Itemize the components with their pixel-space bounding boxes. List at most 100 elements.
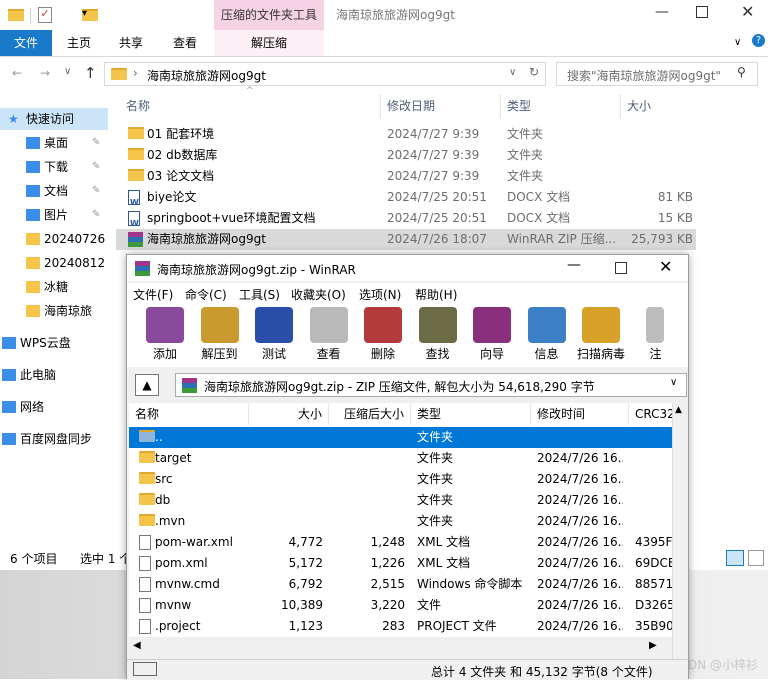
archive-row[interactable]: src 文件夹 2024/7/26 16... <box>129 469 672 490</box>
column-type[interactable]: 类型 <box>507 96 531 116</box>
column-header[interactable]: CRC32 <box>629 403 672 425</box>
menu-item[interactable]: 选项(N) <box>359 286 401 303</box>
toolbar-button[interactable]: 测试 <box>248 305 300 363</box>
search-icon[interactable]: ⚲ <box>737 65 746 79</box>
sidebar-item[interactable]: 此电脑 <box>0 364 108 386</box>
column-header[interactable]: 类型 <box>411 403 531 425</box>
sidebar-item[interactable]: 百度网盘同步 <box>0 428 108 450</box>
maximize-button[interactable] <box>696 6 708 18</box>
close-button[interactable]: ✕ <box>741 2 754 21</box>
sidebar-item[interactable]: 文档 ✎ <box>0 180 108 202</box>
details-view-icon[interactable] <box>726 550 744 566</box>
expand-ribbon-icon[interactable]: ∨ <box>734 37 741 48</box>
sidebar-item[interactable]: WPS云盘 <box>0 332 108 354</box>
file-row[interactable]: 03 论文文档 2024/7/27 9:39 文件夹 <box>116 166 696 187</box>
up-icon[interactable]: ↑ <box>84 64 97 82</box>
toolbar-button[interactable]: 查找 <box>412 305 464 363</box>
sidebar-item[interactable]: 冰糖 <box>0 276 108 298</box>
toolbar-button[interactable]: 信息 <box>521 305 573 363</box>
forward-icon[interactable]: → <box>40 66 50 80</box>
scroll-left-icon[interactable]: ◀ <box>133 640 141 651</box>
refresh-icon[interactable]: ↻ <box>529 65 539 79</box>
sidebar-item[interactable]: 网络 <box>0 396 108 418</box>
properties-icon[interactable]: ✓ <box>38 7 52 23</box>
tab-share[interactable]: 共享 <box>110 30 152 56</box>
file-row[interactable]: 02 db数据库 2024/7/27 9:39 文件夹 <box>116 145 696 166</box>
column-size[interactable]: 大小 <box>627 96 651 116</box>
menu-item[interactable]: 工具(S) <box>239 286 280 303</box>
pin-icon: ✎ <box>92 161 101 172</box>
drive-icon[interactable] <box>133 662 157 676</box>
sidebar-item[interactable]: 图片 ✎ <box>0 204 108 226</box>
archive-row[interactable]: pom.xml 5,172 1,226 XML 文档 2024/7/26 16... 69… <box>129 553 672 574</box>
sidebar-item[interactable]: 下载 ✎ <box>0 156 108 178</box>
toolbar-button[interactable]: 解压到 <box>194 305 246 363</box>
toolbar-button[interactable]: 向导 <box>466 305 518 363</box>
toolbar-button[interactable]: 删除 <box>357 305 409 363</box>
column-header[interactable]: 名称 <box>129 403 249 425</box>
file-row[interactable]: 01 配套环境 2024/7/27 9:39 文件夹 <box>116 124 696 145</box>
minimize-button[interactable]: — <box>655 4 669 20</box>
column-date[interactable]: 修改日期 <box>387 96 435 116</box>
menu-item[interactable]: 命令(C) <box>185 286 227 303</box>
recent-locations-icon[interactable]: ∨ <box>64 66 71 77</box>
sidebar-item-label: WPS云盘 <box>20 336 71 350</box>
archive-file-list: 名称 大小 压缩后大小 类型 修改时间 CRC32.. 文件夹 target 文件夹 2024/7… <box>129 403 672 637</box>
scroll-right-icon[interactable]: ▶ <box>649 640 657 651</box>
scroll-up-icon[interactable]: ▲ <box>675 405 682 415</box>
tab-file[interactable]: 文件 <box>0 30 52 56</box>
column-header[interactable]: 压缩后大小 <box>329 403 411 425</box>
address-bar[interactable]: › 海南琼旅旅游网og9gt ∨ ↻ <box>104 62 546 86</box>
toolbar-button[interactable]: 查看 <box>303 305 355 363</box>
horizontal-scrollbar[interactable]: ◀ ▶ <box>129 637 672 659</box>
sidebar-item[interactable]: ★ 快速访问 <box>0 108 108 130</box>
sidebar-item[interactable]: 20240726 <box>0 228 108 250</box>
vertical-scrollbar[interactable]: ▲ <box>672 403 687 659</box>
toolbar-button[interactable]: 注 <box>630 305 682 363</box>
column-name[interactable]: 名称 <box>126 96 150 116</box>
toolbar-button[interactable]: 扫描病毒 <box>575 305 627 363</box>
archive-row[interactable]: .. 文件夹 <box>129 427 672 448</box>
maximize-button[interactable] <box>615 262 627 274</box>
toolbar-button[interactable]: 添加 <box>139 305 191 363</box>
menu-item[interactable]: 收藏夹(O) <box>291 286 346 303</box>
navigation-pane: ★ 快速访问 桌面 ✎ 下载 ✎ 文档 ✎ 图片 ✎ 20240726 20240812 冰糖 海南琼旅 W… <box>0 96 108 546</box>
path-dropdown-icon[interactable]: ∨ <box>670 377 677 388</box>
menu-item[interactable]: 文件(F) <box>133 286 173 303</box>
file-row[interactable]: 海南琼旅旅游网og9gt 2024/7/26 18:07 WinRAR ZIP 压缩… <box>116 229 696 250</box>
archive-type: XML 文档 <box>417 535 471 549</box>
pin-icon: ✎ <box>92 209 101 220</box>
file-row[interactable]: springboot+vue环境配置文档 2024/7/25 20:51 DOCX … <box>116 208 696 234</box>
address-dropdown-icon[interactable]: ∨ <box>509 67 516 78</box>
up-folder-button[interactable]: ▲ <box>135 374 159 396</box>
archive-row[interactable]: target 文件夹 2024/7/26 16... <box>129 448 672 469</box>
sidebar-item[interactable]: 海南琼旅 <box>0 300 108 322</box>
path-field[interactable]: 海南琼旅旅游网og9gt.zip - ZIP 压缩文件, 解包大小为 54,61… <box>175 373 687 397</box>
archive-row[interactable]: mvnw 10,389 3,220 文件 2024/7/26 16... D3265 <box>129 595 672 616</box>
tab-view[interactable]: 查看 <box>164 30 206 56</box>
customize-qat-icon[interactable]: ▾ <box>82 8 87 19</box>
file-row[interactable]: biye论文 2024/7/25 20:51 DOCX 文档 81 KB <box>116 187 696 213</box>
pin-icon: ✎ <box>92 137 101 148</box>
folder-icon <box>128 148 144 160</box>
sidebar-item[interactable]: 20240812 <box>0 252 108 274</box>
menu-item[interactable]: 帮助(H) <box>415 286 457 303</box>
help-icon[interactable]: ? <box>752 34 765 47</box>
archive-row[interactable]: .mvn 文件夹 2024/7/26 16... <box>129 511 672 532</box>
tab-home[interactable]: 主页 <box>58 30 100 56</box>
minimize-button[interactable]: — <box>567 257 581 273</box>
column-header[interactable]: 修改时间 <box>531 403 629 425</box>
archive-row[interactable]: db 文件夹 2024/7/26 16... <box>129 490 672 511</box>
archive-row[interactable]: mvnw.cmd 6,792 2,515 Windows 命令脚本 2024/7/26 … <box>129 574 672 595</box>
archive-row[interactable]: pom-war.xml 4,772 1,248 XML 文档 2024/7/26 16.… <box>129 532 672 553</box>
large-icons-view-icon[interactable] <box>748 550 764 566</box>
column-header[interactable]: 大小 <box>249 403 329 425</box>
breadcrumb[interactable]: 海南琼旅旅游网og9gt <box>147 67 266 84</box>
archive-row[interactable]: .project 1,123 283 PROJECT 文件 2024/7/26 16..… <box>129 616 672 637</box>
close-button[interactable]: ✕ <box>659 257 672 276</box>
tab-extract[interactable]: 解压缩 <box>214 30 324 56</box>
back-icon[interactable]: ← <box>12 66 22 80</box>
sidebar-item[interactable]: 桌面 ✎ <box>0 132 108 154</box>
file-date: 2024/7/27 9:39 <box>387 169 480 183</box>
search-box[interactable]: 搜索"海南琼旅旅游网og9gt" ⚲ <box>556 62 758 86</box>
